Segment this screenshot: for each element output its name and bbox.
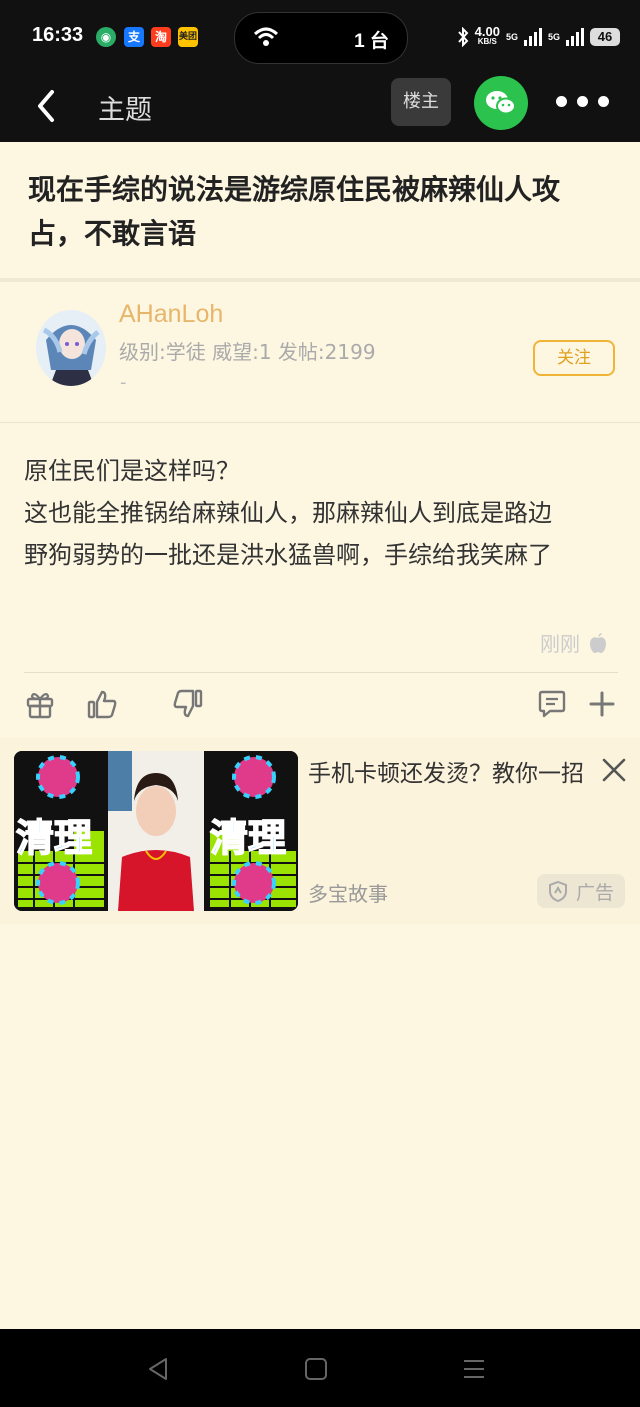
avatar[interactable] [36, 310, 106, 386]
avatar-image [36, 310, 106, 386]
divider [0, 278, 640, 282]
comment-icon[interactable] [536, 688, 568, 720]
post-line: 这也能全推锅给麻辣仙人，那麻辣仙人到底是路边 [24, 499, 552, 527]
ad-image-text-right: 清理 [209, 815, 287, 861]
meituan-icon: 美团 [178, 27, 198, 47]
recents-nav-icon[interactable] [460, 1355, 488, 1383]
wifi-icon [253, 27, 279, 46]
signal-1-icon [523, 28, 542, 46]
alipay-icon: 支 [124, 27, 144, 47]
battery-icon: 46 [590, 28, 620, 46]
status-icons: 4.00 KB/S 5G 5G 46 [457, 25, 620, 49]
follow-button[interactable]: 关注 [533, 340, 615, 376]
post-line: 原住民们是这样吗？ [24, 457, 240, 485]
top-nav: 主题 楼主 [0, 72, 640, 142]
dynamic-island: 1 台 [234, 12, 408, 64]
ad-card[interactable]: 清理 清理 手机卡顿还发烫？教你一招 多宝故事 广告 [0, 738, 640, 924]
page-title: 主题 [98, 95, 152, 126]
status-bar: 16:33 ◉ 支 淘 美团 1 台 4.00 KB/S 5G 5G 46 [0, 0, 640, 72]
divider [24, 672, 618, 673]
close-icon[interactable] [600, 756, 628, 784]
ad-image-text-left: 清理 [15, 815, 93, 861]
author-meta: 级别:学徒 威望:1 发帖:2199 [119, 340, 376, 364]
more-options-icon[interactable] [556, 96, 609, 107]
shield-icon [548, 880, 567, 902]
divider [0, 422, 640, 423]
taobao-icon: 淘 [151, 27, 171, 47]
wechat-share-button[interactable] [474, 76, 528, 130]
island-label: 1 台 [354, 31, 389, 52]
wechat-icon: ◉ [96, 27, 116, 47]
dislike-icon[interactable] [172, 688, 204, 720]
signal-2-icon [566, 28, 584, 46]
sim2-type: 5G [547, 32, 560, 42]
post-line: 野狗弱势的一批还是洪水猛兽啊，手综给我笑麻了 [24, 541, 552, 569]
post-title: 现在手综的说法是游综原住民被麻辣仙人攻占，不敢言语 [28, 173, 561, 250]
back-arrow-icon[interactable] [30, 86, 70, 126]
gift-icon[interactable] [24, 688, 56, 720]
back-nav-icon[interactable] [144, 1355, 172, 1383]
ad-title[interactable]: 手机卡顿还发烫？教你一招 [308, 754, 598, 788]
post-body: 原住民们是这样吗？ 这也能全推锅给麻辣仙人，那麻辣仙人到底是路边 野狗弱势的一批… [24, 450, 624, 576]
post-time: 刚刚 [540, 632, 580, 656]
home-nav-icon[interactable] [302, 1355, 330, 1383]
apple-icon [590, 632, 606, 653]
sim1-type: 5G [505, 32, 518, 42]
wechat-icon [486, 91, 516, 115]
ad-image[interactable]: 清理 清理 [14, 751, 298, 911]
net-speed: 4.00 KB/S [474, 24, 500, 46]
author-signature: - [120, 372, 127, 393]
post-time-row: 刚刚 [540, 628, 608, 657]
bluetooth-icon [457, 27, 469, 47]
like-icon[interactable] [86, 688, 118, 720]
op-only-button[interactable]: 楼主 [391, 78, 451, 126]
author-name[interactable]: AHanLoh [119, 300, 223, 329]
ad-badge-label: 广告 [575, 881, 614, 904]
clock: 16:33 [32, 24, 84, 46]
ad-source: 多宝故事 [308, 882, 388, 906]
ad-badge[interactable]: 广告 [537, 874, 625, 908]
add-icon[interactable] [586, 688, 618, 720]
system-nav-bar [0, 1329, 640, 1407]
